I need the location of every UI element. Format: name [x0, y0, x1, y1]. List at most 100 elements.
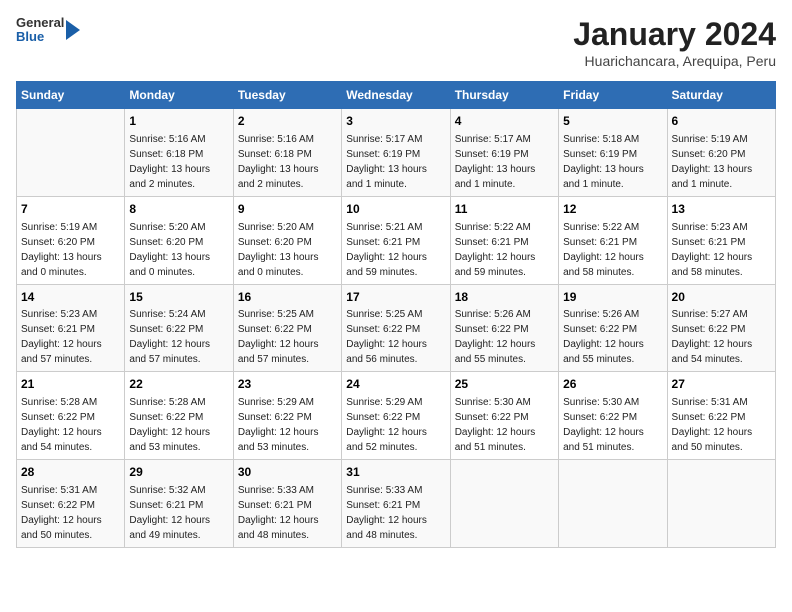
day-number: 8	[129, 201, 228, 218]
calendar-cell: 2Sunrise: 5:16 AMSunset: 6:18 PMDaylight…	[233, 109, 341, 197]
calendar-week-4: 28Sunrise: 5:31 AMSunset: 6:22 PMDayligh…	[17, 460, 776, 548]
header-wednesday: Wednesday	[342, 82, 450, 109]
sunrise-text: Sunrise: 5:31 AM	[672, 397, 748, 408]
daylight-text: Daylight: 12 hours and 51 minutes.	[563, 427, 644, 453]
calendar-cell: 24Sunrise: 5:29 AMSunset: 6:22 PMDayligh…	[342, 372, 450, 460]
calendar-cell: 9Sunrise: 5:20 AMSunset: 6:20 PMDaylight…	[233, 196, 341, 284]
sunrise-text: Sunrise: 5:27 AM	[672, 309, 748, 320]
calendar-cell: 12Sunrise: 5:22 AMSunset: 6:21 PMDayligh…	[559, 196, 667, 284]
calendar-cell: 28Sunrise: 5:31 AMSunset: 6:22 PMDayligh…	[17, 460, 125, 548]
sunrise-text: Sunrise: 5:29 AM	[238, 397, 314, 408]
calendar-cell: 1Sunrise: 5:16 AMSunset: 6:18 PMDaylight…	[125, 109, 233, 197]
calendar-cell: 8Sunrise: 5:20 AMSunset: 6:20 PMDaylight…	[125, 196, 233, 284]
calendar-week-1: 7 Sunrise: 5:19 AM Sunset: 6:20 PM Daylight…	[17, 196, 776, 284]
calendar-cell: 30Sunrise: 5:33 AMSunset: 6:21 PMDayligh…	[233, 460, 341, 548]
sunrise-text: Sunrise: 5:19 AM	[672, 134, 748, 145]
sunrise-text: Sunrise: 5:17 AM	[346, 134, 422, 145]
sunset-text: Sunset: 6:21 PM	[238, 500, 312, 511]
calendar-header-row: Sunday Monday Tuesday Wednesday Thursday…	[17, 82, 776, 109]
daylight-text: Daylight: 12 hours and 53 minutes.	[238, 427, 319, 453]
daylight-text: Daylight: 13 hours and 2 minutes.	[238, 164, 319, 190]
sunrise-text: Sunrise: 5:33 AM	[346, 485, 422, 496]
sunset-text: Sunset: 6:19 PM	[346, 149, 420, 160]
day-number: 6	[672, 113, 771, 130]
sunset-text: Sunset: 6:22 PM	[672, 412, 746, 423]
sunset-text: Sunset: 6:19 PM	[563, 149, 637, 160]
calendar-cell: 14Sunrise: 5:23 AMSunset: 6:21 PMDayligh…	[17, 284, 125, 372]
sunset-text: Sunset: 6:21 PM	[563, 237, 637, 248]
calendar-cell: 7Sunrise: 5:19 AMSunset: 6:20 PMDaylight…	[17, 196, 125, 284]
sunset-text: Sunset: 6:21 PM	[346, 500, 420, 511]
calendar-cell: 20Sunrise: 5:27 AMSunset: 6:22 PMDayligh…	[667, 284, 775, 372]
sunrise-text: Sunrise: 5:16 AM	[129, 134, 205, 145]
sunrise-text: Sunrise: 5:24 AM	[129, 309, 205, 320]
calendar-cell: 26Sunrise: 5:30 AMSunset: 6:22 PMDayligh…	[559, 372, 667, 460]
daylight-text: Daylight: 12 hours and 58 minutes.	[672, 252, 753, 278]
daylight-text: Daylight: 12 hours and 52 minutes.	[346, 427, 427, 453]
daylight-text: Daylight: 12 hours and 53 minutes.	[129, 427, 210, 453]
day-number: 10	[346, 201, 445, 218]
sunset-text: Sunset: 6:21 PM	[455, 237, 529, 248]
day-number: 30	[238, 464, 337, 481]
header-sunday: Sunday	[17, 82, 125, 109]
sunset-text: Sunset: 6:19 PM	[455, 149, 529, 160]
daylight-text: Daylight: 12 hours and 49 minutes.	[129, 515, 210, 541]
calendar-cell	[559, 460, 667, 548]
logo-arrow-icon	[66, 20, 80, 40]
sunrise-text: Sunrise: 5:25 AM	[238, 309, 314, 320]
daylight-text: Daylight: 12 hours and 48 minutes.	[346, 515, 427, 541]
calendar-cell: 31 Sunrise: 5:33 AM Sunset: 6:21 PM Dayligh…	[342, 460, 450, 548]
header-monday: Monday	[125, 82, 233, 109]
calendar-cell: 25Sunrise: 5:30 AMSunset: 6:22 PMDayligh…	[450, 372, 558, 460]
calendar-cell	[450, 460, 558, 548]
calendar-week-2: 14Sunrise: 5:23 AMSunset: 6:21 PMDayligh…	[17, 284, 776, 372]
sunset-text: Sunset: 6:21 PM	[346, 237, 420, 248]
calendar-cell: 11Sunrise: 5:22 AMSunset: 6:21 PMDayligh…	[450, 196, 558, 284]
sunset-text: Sunset: 6:22 PM	[238, 324, 312, 335]
sunrise-text: Sunrise: 5:30 AM	[563, 397, 639, 408]
sunrise-text: Sunrise: 5:19 AM	[21, 222, 97, 233]
sunrise-text: Sunrise: 5:25 AM	[346, 309, 422, 320]
calendar-table: Sunday Monday Tuesday Wednesday Thursday…	[16, 81, 776, 548]
calendar-cell: 4Sunrise: 5:17 AMSunset: 6:19 PMDaylight…	[450, 109, 558, 197]
day-number: 21	[21, 376, 120, 393]
sunrise-text: Sunrise: 5:28 AM	[21, 397, 97, 408]
sunrise-text: Sunrise: 5:20 AM	[129, 222, 205, 233]
calendar-cell	[17, 109, 125, 197]
daylight-text: Daylight: 12 hours and 54 minutes.	[672, 339, 753, 365]
day-number: 2	[238, 113, 337, 130]
day-number: 15	[129, 289, 228, 306]
calendar-cell: 10 Sunrise: 5:21 AM Sunset: 6:21 PM Dayligh…	[342, 196, 450, 284]
logo: General Blue	[16, 16, 80, 45]
sunrise-text: Sunrise: 5:16 AM	[238, 134, 314, 145]
day-number: 25	[455, 376, 554, 393]
day-number: 31	[346, 464, 445, 481]
daylight-text: Daylight: 13 hours and 0 minutes.	[21, 252, 102, 278]
header-friday: Friday	[559, 82, 667, 109]
day-number: 24	[346, 376, 445, 393]
sunset-text: Sunset: 6:22 PM	[346, 412, 420, 423]
day-number: 3	[346, 113, 445, 130]
day-number: 17	[346, 289, 445, 306]
sunset-text: Sunset: 6:20 PM	[672, 149, 746, 160]
sunset-text: Sunset: 6:22 PM	[455, 324, 529, 335]
calendar-cell: 18Sunrise: 5:26 AMSunset: 6:22 PMDayligh…	[450, 284, 558, 372]
sunset-text: Sunset: 6:22 PM	[346, 324, 420, 335]
daylight-text: Daylight: 13 hours and 2 minutes.	[129, 164, 210, 190]
sunrise-text: Sunrise: 5:22 AM	[455, 222, 531, 233]
sunrise-text: Sunrise: 5:26 AM	[563, 309, 639, 320]
day-number: 20	[672, 289, 771, 306]
sunrise-text: Sunrise: 5:21 AM	[346, 222, 422, 233]
day-number: 1	[129, 113, 228, 130]
sunrise-text: Sunrise: 5:30 AM	[455, 397, 531, 408]
day-number: 29	[129, 464, 228, 481]
day-number: 7	[21, 201, 120, 218]
daylight-text: Daylight: 12 hours and 58 minutes.	[563, 252, 644, 278]
daylight-text: Daylight: 12 hours and 50 minutes.	[672, 427, 753, 453]
title-block: January 2024 Huarichancara, Arequipa, Pe…	[573, 16, 776, 69]
sunset-text: Sunset: 6:20 PM	[238, 237, 312, 248]
calendar-cell: 29Sunrise: 5:32 AMSunset: 6:21 PMDayligh…	[125, 460, 233, 548]
calendar-week-0: 1Sunrise: 5:16 AMSunset: 6:18 PMDaylight…	[17, 109, 776, 197]
day-number: 16	[238, 289, 337, 306]
daylight-text: Daylight: 12 hours and 59 minutes.	[346, 252, 427, 278]
